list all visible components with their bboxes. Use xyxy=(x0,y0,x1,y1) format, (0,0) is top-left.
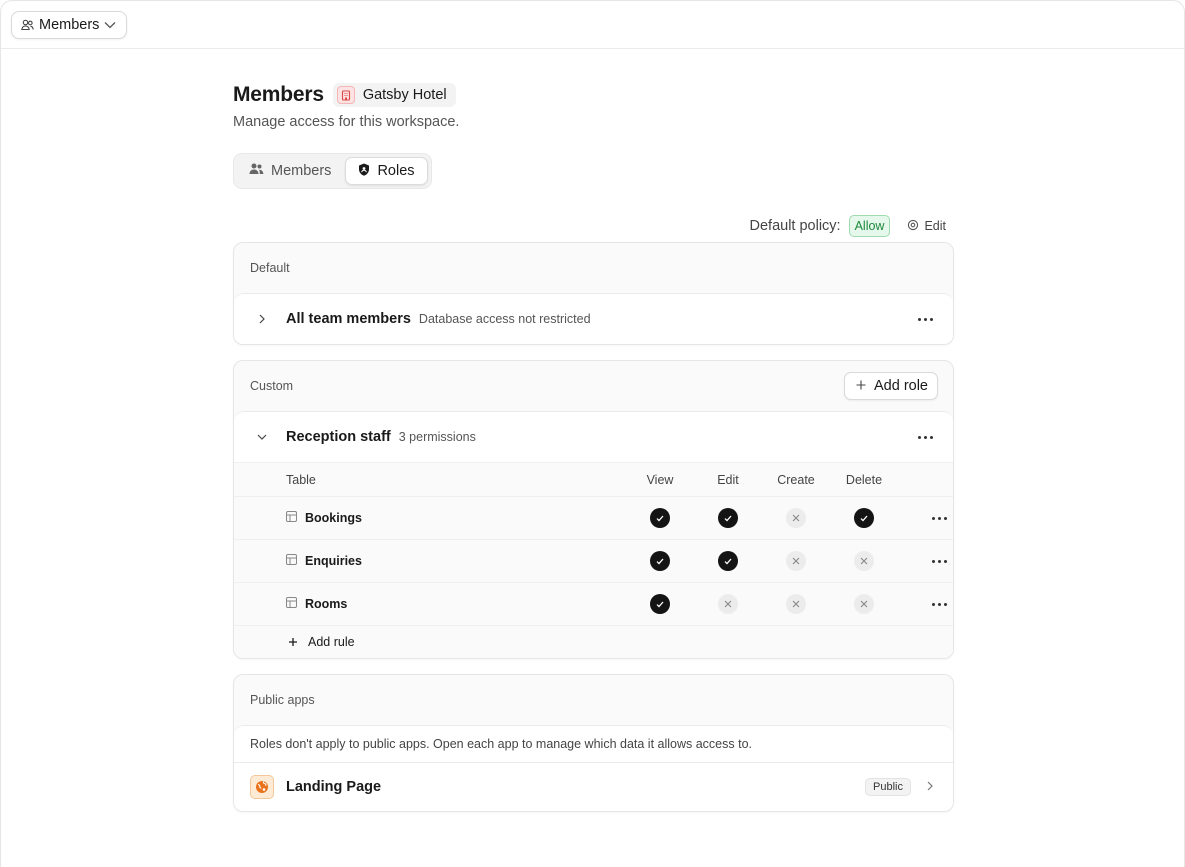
public-section-header: Public apps xyxy=(234,675,953,725)
building-icon xyxy=(336,86,355,104)
custom-section-body: Reception staff 3 permissions Table View… xyxy=(234,411,953,658)
plus-icon xyxy=(856,378,866,394)
chevron-down-icon xyxy=(104,21,116,29)
create-denied-x-icon[interactable] xyxy=(786,594,806,614)
tab-roles[interactable]: Roles xyxy=(345,157,428,185)
permission-row[interactable]: Rooms xyxy=(234,583,953,626)
page-subtitle: Manage access for this workspace. xyxy=(233,114,460,130)
add-rule-button[interactable]: Add rule xyxy=(234,626,953,658)
delete-denied-x-icon[interactable] xyxy=(854,594,874,614)
chevron-right-icon[interactable] xyxy=(256,314,268,324)
more-options-icon[interactable] xyxy=(932,602,947,606)
add-role-label: Add role xyxy=(873,378,928,394)
public-section-heading: Public apps xyxy=(250,693,315,707)
table-name: Enquiries xyxy=(305,554,362,568)
permissions-table: Table View Edit Create Delete Bookings En… xyxy=(234,462,953,658)
table-icon xyxy=(286,554,297,568)
public-apps-notice: Roles don't apply to public apps. Open e… xyxy=(234,726,953,763)
workspace-name: Gatsby Hotel xyxy=(362,87,447,103)
column-header-view: View xyxy=(646,472,674,487)
app-window: Members Members Gatsby Hotel Manage acce… xyxy=(0,0,1185,867)
add-rule-label: Add rule xyxy=(308,635,355,649)
role-row-reception-staff[interactable]: Reception staff 3 permissions xyxy=(234,412,953,462)
workspace-badge: Gatsby Hotel xyxy=(332,83,456,107)
custom-section-heading: Custom xyxy=(250,379,294,393)
tab-roles-label: Roles xyxy=(377,163,415,179)
add-role-button[interactable]: Add role xyxy=(843,372,938,400)
top-bar: Members xyxy=(1,1,1184,49)
public-apps-card: Public apps Roles don't apply to public … xyxy=(233,674,954,812)
table-icon xyxy=(286,511,297,525)
edit-allowed-check-icon[interactable] xyxy=(718,508,738,528)
default-section-body: All team members Database access not res… xyxy=(234,293,953,344)
public-section-body: Roles don't apply to public apps. Open e… xyxy=(234,725,953,811)
default-section-heading: Default xyxy=(250,261,290,275)
chevron-right-icon[interactable] xyxy=(927,778,933,796)
permission-row[interactable]: Bookings xyxy=(234,497,953,540)
edit-allowed-check-icon[interactable] xyxy=(718,551,738,571)
tab-bar: Members Roles xyxy=(233,153,432,189)
permissions-header-row: Table View Edit Create Delete xyxy=(234,463,953,497)
role-description: 3 permissions xyxy=(398,430,476,444)
more-options-icon[interactable] xyxy=(918,317,933,321)
delete-allowed-check-icon[interactable] xyxy=(854,508,874,528)
role-name: All team members xyxy=(286,311,411,327)
column-header-table: Table xyxy=(286,472,316,487)
default-policy-label: Default policy: xyxy=(749,218,841,234)
title-row: Members Gatsby Hotel xyxy=(233,81,954,109)
permissions-rows: Bookings Enquiries Rooms xyxy=(234,497,953,626)
chevron-down-icon[interactable] xyxy=(256,434,268,440)
column-header-delete: Delete xyxy=(845,472,883,487)
more-options-icon[interactable] xyxy=(932,516,947,520)
section-switcher[interactable]: Members xyxy=(11,11,128,39)
app-name: Landing Page xyxy=(286,779,382,795)
globe-icon xyxy=(250,775,274,799)
table-name: Rooms xyxy=(305,597,348,611)
shield-icon xyxy=(358,163,370,180)
delete-denied-x-icon[interactable] xyxy=(854,551,874,571)
section-switcher-label: Members xyxy=(39,17,100,33)
default-policy-badge: Allow xyxy=(848,215,891,237)
role-name: Reception staff xyxy=(286,429,391,445)
table-name: Bookings xyxy=(305,511,362,525)
view-allowed-check-icon[interactable] xyxy=(650,551,670,571)
more-options-icon[interactable] xyxy=(918,435,933,439)
view-allowed-check-icon[interactable] xyxy=(650,508,670,528)
members-icon xyxy=(21,19,34,31)
column-header-edit: Edit xyxy=(717,472,739,487)
default-section-header: Default xyxy=(234,243,953,293)
table-icon xyxy=(286,597,297,611)
edit-policy-button[interactable]: Edit xyxy=(907,219,946,234)
create-denied-x-icon[interactable] xyxy=(786,508,806,528)
custom-section-header: Custom Add role xyxy=(234,361,953,411)
column-header-create: Create xyxy=(777,472,815,487)
plus-icon xyxy=(289,635,297,649)
view-allowed-check-icon[interactable] xyxy=(650,594,670,614)
edit-policy-label: Edit xyxy=(924,219,946,233)
create-denied-x-icon[interactable] xyxy=(786,551,806,571)
tab-members[interactable]: Members xyxy=(237,157,343,185)
default-roles-card: Default All team members Database access… xyxy=(233,242,954,345)
app-row-landing-page[interactable]: Landing Page Public xyxy=(234,763,953,811)
default-policy-row: Default policy: Allow Edit xyxy=(233,214,954,238)
main-content: Members Gatsby Hotel Manage access for t… xyxy=(233,81,954,812)
tab-members-label: Members xyxy=(271,163,332,179)
gear-icon xyxy=(907,219,919,234)
members-icon xyxy=(249,163,264,179)
role-description: Database access not restricted xyxy=(418,312,591,326)
page-title: Members xyxy=(233,83,324,106)
custom-roles-card: Custom Add role Reception staff 3 permis… xyxy=(233,360,954,659)
permission-row[interactable]: Enquiries xyxy=(234,540,953,583)
role-row-all-team-members[interactable]: All team members Database access not res… xyxy=(234,294,953,344)
more-options-icon[interactable] xyxy=(932,559,947,563)
public-badge: Public xyxy=(865,778,911,796)
edit-denied-x-icon[interactable] xyxy=(718,594,738,614)
